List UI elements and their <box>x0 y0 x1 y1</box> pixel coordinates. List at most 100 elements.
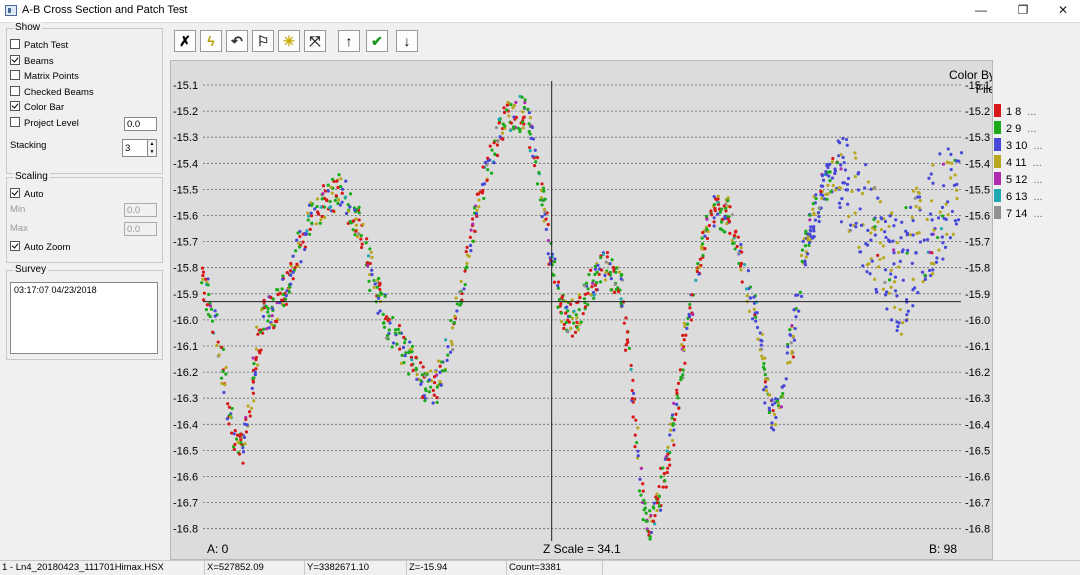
survey-list[interactable]: 03:17:07 04/23/2018 <box>10 282 158 354</box>
project-level-field[interactable]: 0.0 <box>124 117 157 131</box>
plot-svg[interactable]: -15.1 -15.1-15.2 -15.2-15.3 -15.3-15.4 -15.4… <box>171 61 993 560</box>
color-bar-checkbox[interactable]: Color Bar <box>10 101 64 113</box>
data-point <box>644 519 648 523</box>
data-point <box>657 504 661 508</box>
data-point <box>275 319 279 324</box>
survey-entry[interactable]: 03:17:07 04/23/2018 <box>14 285 154 295</box>
accept-button[interactable]: ✔ <box>366 30 388 52</box>
data-point <box>370 255 374 259</box>
data-point <box>938 152 942 156</box>
sun-button[interactable]: ✳ <box>278 30 300 52</box>
auto-checkbox[interactable]: Auto <box>10 188 44 200</box>
cross-section-plot[interactable]: -15.1 -15.1 -15.2 -15.2 -15.3 -15.3 -15.4 -15.4… <box>170 60 993 560</box>
data-point <box>812 225 816 229</box>
data-point <box>817 206 821 210</box>
data-point <box>355 234 360 239</box>
data-point <box>446 344 450 349</box>
data-point <box>929 172 933 176</box>
project-level-check-box[interactable] <box>10 117 20 127</box>
lightning-button[interactable]: ϟ <box>200 30 222 52</box>
flag-button[interactable]: ⚐ <box>252 30 274 52</box>
data-point <box>786 344 790 349</box>
data-point <box>641 482 645 486</box>
close-x-button[interactable]: ✗ <box>174 30 196 52</box>
data-point <box>953 219 957 223</box>
data-point <box>701 253 705 258</box>
data-point <box>925 237 930 242</box>
data-point <box>918 240 923 244</box>
fit-button[interactable]: ⤧ <box>304 30 326 52</box>
up-button[interactable]: ↑ <box>338 30 360 52</box>
legend-file-pair: 6 13 <box>1006 191 1028 203</box>
data-point <box>809 225 813 229</box>
data-point <box>782 384 786 388</box>
patch-test-checkbox[interactable]: Patch Test <box>10 39 68 51</box>
data-point <box>634 418 638 422</box>
beams-check-box[interactable] <box>10 55 20 65</box>
minimize-button[interactable]: — <box>964 0 998 22</box>
restore-button[interactable]: ❐ <box>1006 0 1040 22</box>
data-point <box>740 280 744 284</box>
close-button[interactable]: ✕ <box>1046 0 1080 22</box>
data-point <box>383 294 387 298</box>
data-point <box>652 501 656 505</box>
auto-check-box[interactable] <box>10 188 20 198</box>
data-point <box>710 213 714 217</box>
data-point <box>714 197 719 202</box>
data-point <box>419 361 423 365</box>
data-point <box>398 331 402 335</box>
color-bar-check-box[interactable] <box>10 101 20 111</box>
data-point <box>725 221 729 226</box>
data-point <box>244 415 248 419</box>
data-point <box>378 281 382 285</box>
max-field[interactable]: 0.0 <box>124 222 157 236</box>
project-level-checkbox[interactable]: Project Level <box>10 117 79 129</box>
data-point <box>534 160 538 164</box>
data-point <box>763 356 767 360</box>
legend-file-pair: 3 10 <box>1006 140 1028 152</box>
checked-beams-check-box[interactable] <box>10 86 20 96</box>
down-button[interactable]: ↓ <box>396 30 418 52</box>
data-point <box>835 161 839 165</box>
matrix-points-checkbox[interactable]: Matrix Points <box>10 70 79 82</box>
data-point <box>604 260 608 264</box>
data-point <box>583 305 588 309</box>
data-point <box>530 125 535 130</box>
stacking-spinner[interactable]: ▲ ▼ <box>147 139 157 157</box>
data-point <box>609 288 613 292</box>
data-point <box>522 105 526 110</box>
data-point <box>662 471 666 476</box>
data-point <box>840 196 844 201</box>
stacking-field[interactable]: 3 <box>122 139 148 157</box>
y-tick-label-left: -16.8 <box>173 524 198 536</box>
data-point <box>735 244 739 249</box>
checked-beams-checkbox[interactable]: Checked Beams <box>10 86 94 98</box>
data-point <box>841 181 845 185</box>
data-point <box>202 291 206 295</box>
data-point <box>791 334 795 338</box>
data-point <box>895 241 899 245</box>
data-point <box>666 445 670 449</box>
min-field[interactable]: 0.0 <box>124 203 157 217</box>
auto-zoom-check-box[interactable] <box>10 241 20 251</box>
data-point <box>237 452 242 456</box>
data-point <box>528 145 532 150</box>
data-point <box>546 222 550 227</box>
data-point <box>521 120 525 124</box>
patch-test-check-box[interactable] <box>10 39 20 49</box>
beams-checkbox[interactable]: Beams <box>10 55 54 67</box>
data-point <box>740 250 744 254</box>
matrix-points-check-box[interactable] <box>10 70 20 80</box>
data-point <box>739 268 743 272</box>
data-point <box>236 440 240 444</box>
data-point <box>357 211 361 215</box>
data-point <box>256 363 260 367</box>
data-point <box>339 177 343 181</box>
data-point <box>505 103 509 107</box>
data-point <box>869 187 873 191</box>
data-point <box>468 235 472 239</box>
undo-button[interactable]: ↶ <box>226 30 248 52</box>
data-point <box>449 318 453 323</box>
auto-zoom-checkbox[interactable]: Auto Zoom <box>10 241 70 253</box>
data-point <box>254 347 259 351</box>
